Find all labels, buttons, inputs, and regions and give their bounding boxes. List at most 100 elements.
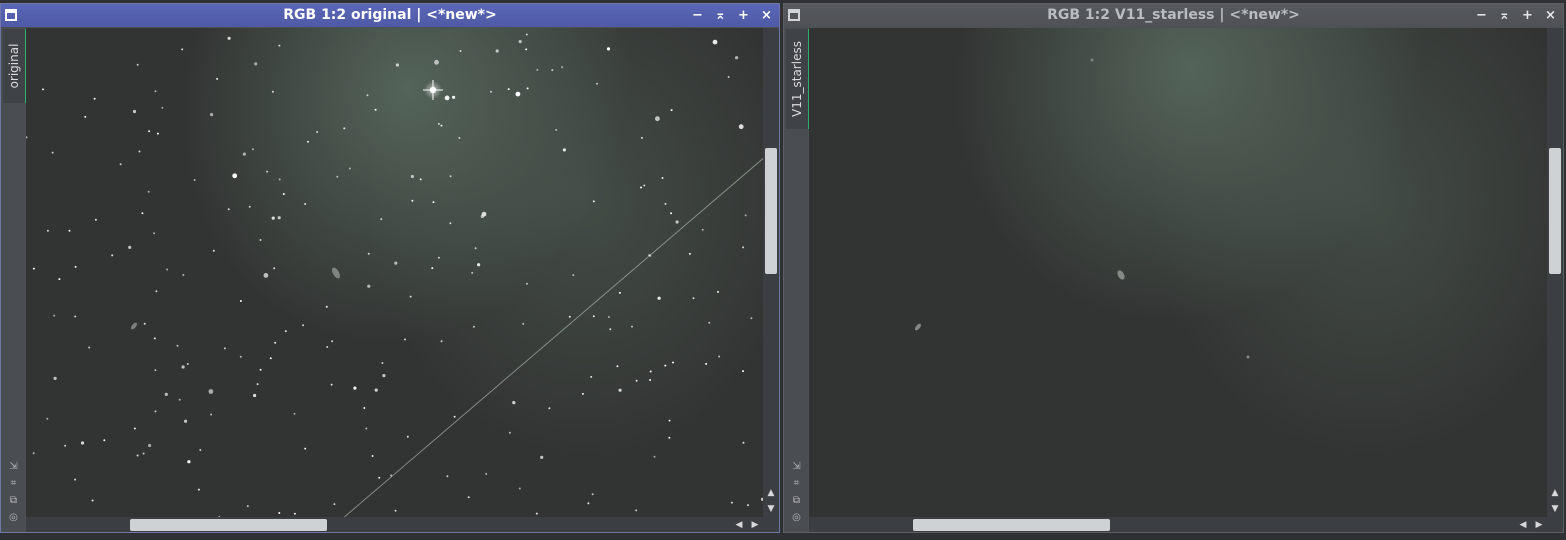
- pan-mode-icon[interactable]: ⌗: [790, 477, 803, 490]
- scroll-down-icon[interactable]: ▼: [1549, 503, 1561, 515]
- star: [394, 261, 398, 265]
- star: [176, 344, 179, 347]
- star: [251, 148, 254, 151]
- star: [525, 48, 528, 51]
- vertical-scroll-thumb[interactable]: [765, 148, 777, 274]
- star: [453, 415, 456, 418]
- maximize-icon[interactable]: +: [737, 9, 750, 22]
- star: [142, 452, 145, 455]
- fit-view-icon[interactable]: ⇲: [7, 460, 20, 473]
- star: [366, 94, 369, 97]
- star: [406, 435, 409, 438]
- horizontal-scroll-thumb[interactable]: [913, 519, 1110, 531]
- star: [259, 239, 262, 241]
- scroll-up-icon[interactable]: ▲: [765, 487, 777, 499]
- shade-icon[interactable]: ⌅: [1498, 9, 1511, 22]
- star: [471, 271, 474, 274]
- star: [164, 392, 168, 396]
- view-settings-icon[interactable]: ◎: [790, 511, 803, 524]
- star: [390, 474, 393, 477]
- star: [148, 443, 152, 448]
- star: [367, 284, 371, 288]
- view-settings-icon[interactable]: ◎: [7, 511, 20, 524]
- star: [248, 205, 251, 208]
- vertical-scrollbar[interactable]: ▲ ▼: [763, 28, 779, 519]
- star: [548, 407, 551, 410]
- horizontal-scrollbar[interactable]: ◀ ▶: [809, 517, 1563, 532]
- window-titlebar[interactable]: RGB 1:2 original | <*new*> − ⌅ + ×: [1, 4, 779, 27]
- scroll-up-icon[interactable]: ▲: [1549, 487, 1561, 499]
- vertical-scrollbar[interactable]: ▲ ▼: [1547, 28, 1563, 519]
- star: [742, 370, 744, 373]
- star: [649, 254, 652, 257]
- star-field-image: [26, 28, 764, 519]
- close-icon[interactable]: ×: [760, 9, 773, 22]
- star: [293, 412, 296, 415]
- clone-view-icon[interactable]: ⧉: [790, 494, 803, 507]
- window-menu-icon[interactable]: [788, 9, 800, 21]
- star: [440, 340, 443, 343]
- scroll-right-icon[interactable]: ▶: [1533, 519, 1545, 531]
- star: [223, 347, 226, 350]
- horizontal-scrollbar[interactable]: ◀ ▶: [26, 517, 779, 532]
- star: [133, 427, 136, 430]
- star: [284, 330, 287, 333]
- star: [259, 368, 262, 371]
- scroll-down-icon[interactable]: ▼: [765, 503, 777, 515]
- star: [635, 509, 638, 512]
- scroll-right-icon[interactable]: ▶: [749, 519, 761, 531]
- star: [227, 208, 230, 211]
- star: [269, 357, 272, 360]
- star: [446, 475, 449, 478]
- star: [668, 419, 671, 422]
- image-window-original[interactable]: RGB 1:2 original | <*new*> − ⌅ + × origi…: [0, 3, 780, 533]
- horizontal-scroll-thumb[interactable]: [130, 519, 327, 531]
- minimize-icon[interactable]: −: [691, 9, 704, 22]
- star: [32, 267, 35, 270]
- star: [664, 364, 667, 367]
- vertical-scroll-thumb[interactable]: [1549, 148, 1561, 274]
- view-tab-original[interactable]: original: [3, 29, 27, 103]
- star: [485, 472, 488, 475]
- image-view[interactable]: [26, 28, 764, 519]
- star: [181, 365, 185, 369]
- star: [136, 454, 139, 457]
- star: [742, 441, 745, 444]
- galaxy: [1090, 58, 1094, 62]
- star: [587, 502, 590, 505]
- star: [452, 95, 456, 99]
- star: [53, 314, 56, 317]
- star: [551, 69, 554, 72]
- star: [555, 128, 558, 131]
- star: [518, 487, 521, 490]
- shade-icon[interactable]: ⌅: [714, 9, 727, 22]
- star: [382, 374, 386, 378]
- scroll-left-icon[interactable]: ◀: [1517, 519, 1529, 531]
- minimize-icon[interactable]: −: [1475, 9, 1488, 22]
- pan-mode-icon[interactable]: ⌗: [7, 477, 20, 490]
- scroll-left-icon[interactable]: ◀: [733, 519, 745, 531]
- clone-view-icon[interactable]: ⧉: [7, 494, 20, 507]
- window-title: RGB 1:2 original | <*new*>: [283, 7, 497, 23]
- star: [153, 232, 156, 235]
- star: [661, 177, 664, 179]
- star: [374, 388, 378, 392]
- star: [271, 90, 274, 93]
- star: [68, 229, 71, 232]
- close-icon[interactable]: ×: [1544, 9, 1557, 22]
- image-window-starless[interactable]: RGB 1:2 V11_starless | <*new*> − ⌅ + × V…: [783, 3, 1564, 533]
- star: [747, 504, 749, 507]
- star: [616, 365, 619, 368]
- star: [640, 136, 643, 139]
- star: [181, 48, 184, 51]
- window-titlebar[interactable]: RGB 1:2 V11_starless | <*new*> − ⌅ + ×: [784, 4, 1563, 27]
- star: [333, 503, 336, 506]
- image-view[interactable]: [809, 28, 1548, 519]
- star: [42, 88, 44, 91]
- star: [186, 363, 189, 365]
- view-tab-starless[interactable]: V11_starless: [786, 29, 810, 129]
- maximize-icon[interactable]: +: [1521, 9, 1534, 22]
- window-menu-icon[interactable]: [5, 9, 17, 21]
- fit-view-icon[interactable]: ⇲: [790, 460, 803, 473]
- star: [419, 178, 422, 181]
